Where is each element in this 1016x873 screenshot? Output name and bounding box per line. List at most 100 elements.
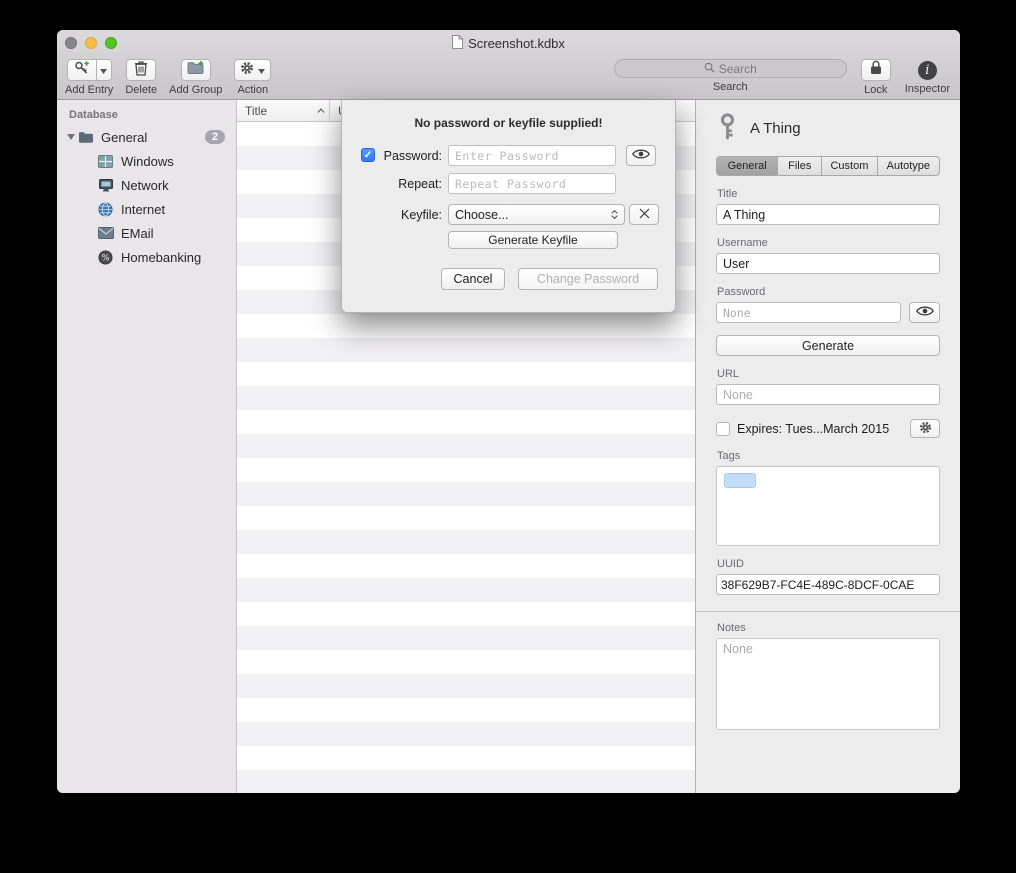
sidebar-item-network[interactable]: Network — [57, 173, 236, 197]
sidebar-item-label: Network — [121, 178, 169, 193]
action-label: Action — [238, 84, 269, 96]
sidebar-item-label: Homebanking — [121, 250, 201, 265]
padlock-icon — [870, 60, 882, 80]
expires-label: Expires: Tues...March 2015 — [737, 422, 889, 436]
window-chrome: Screenshot.kdbx Add E — [57, 30, 960, 100]
folder-icon — [77, 129, 94, 146]
add-entry-button[interactable] — [67, 59, 97, 81]
inspector-panel: A Thing General Files Custom Autotype Ti… — [695, 100, 960, 793]
action-group: Action — [234, 59, 271, 96]
zoom-button[interactable] — [105, 37, 117, 49]
titlebar[interactable]: Screenshot.kdbx — [57, 30, 960, 56]
inspector-header: A Thing — [719, 112, 940, 144]
inspector-tabs: General Files Custom Autotype — [716, 156, 940, 176]
group-count-badge: 2 — [205, 130, 225, 144]
sidebar-item-label: General — [101, 130, 147, 145]
notes-textarea[interactable]: None — [716, 638, 940, 730]
traffic-lights — [65, 37, 117, 49]
tag-token[interactable] — [724, 473, 756, 488]
action-button[interactable] — [234, 59, 271, 81]
repeat-field-label: Repeat: — [372, 177, 442, 191]
add-entry-group: Add Entry — [65, 59, 113, 96]
inspector-label: Inspector — [905, 83, 950, 95]
uuid-input[interactable] — [716, 574, 940, 595]
sidebar-item-label: Internet — [121, 202, 165, 217]
column-header-title[interactable]: Title — [237, 100, 330, 121]
keyfile-selected-value: Choose... — [455, 208, 509, 222]
desktop: Screenshot.kdbx Add E — [0, 0, 1016, 873]
magnifier-icon — [704, 62, 715, 76]
url-input[interactable] — [716, 384, 940, 405]
reveal-password-button[interactable] — [626, 145, 656, 166]
search-input[interactable]: Search — [614, 59, 847, 78]
close-button[interactable] — [65, 37, 77, 49]
generate-password-button[interactable]: Generate — [716, 335, 940, 356]
tags-label: Tags — [717, 450, 940, 462]
tab-autotype[interactable]: Autotype — [878, 157, 939, 175]
sidebar-item-general[interactable]: General 2 — [57, 125, 236, 149]
toolbar-right: Search Search Lock i Inspector — [614, 59, 950, 96]
key-plus-icon — [74, 60, 90, 81]
sidebar-item-internet[interactable]: Internet — [57, 197, 236, 221]
clear-keyfile-button[interactable] — [629, 204, 659, 225]
lock-button[interactable] — [861, 59, 891, 81]
add-entry-dropdown-button[interactable] — [97, 59, 112, 81]
password-dialog: No password or keyfile supplied! ✓ Passw… — [341, 100, 676, 313]
gear-icon — [240, 61, 254, 80]
tab-custom[interactable]: Custom — [822, 157, 878, 175]
tab-general[interactable]: General — [717, 157, 778, 175]
delete-label: Delete — [125, 84, 157, 96]
url-label: URL — [717, 368, 940, 380]
password-field-label: Password: — [372, 149, 442, 163]
lock-label: Lock — [864, 84, 887, 96]
sidebar-item-label: EMail — [121, 226, 154, 241]
tags-field[interactable] — [716, 466, 940, 546]
eye-icon — [916, 305, 934, 320]
sidebar: Database General 2 Windows Network — [57, 100, 237, 793]
sidebar-item-homebanking[interactable]: % Homebanking — [57, 245, 236, 269]
delete-group: Delete — [125, 59, 157, 96]
sort-ascending-icon — [317, 108, 325, 113]
sidebar-item-email[interactable]: EMail — [57, 221, 236, 245]
uuid-label: UUID — [717, 558, 940, 570]
document-icon — [452, 35, 463, 52]
keyfile-popup-button[interactable]: Choose... — [448, 204, 625, 225]
expires-checkbox[interactable] — [716, 422, 730, 436]
sidebar-section-header: Database — [57, 100, 236, 125]
windows-icon — [97, 153, 114, 170]
trash-icon — [134, 60, 148, 81]
tab-files[interactable]: Files — [778, 157, 822, 175]
username-label: Username — [717, 237, 940, 249]
generate-keyfile-button[interactable]: Generate Keyfile — [448, 231, 618, 249]
coin-icon: % — [97, 249, 114, 266]
expiry-settings-button[interactable] — [910, 419, 940, 438]
password-input[interactable] — [716, 302, 901, 323]
search-placeholder: Search — [719, 62, 757, 76]
sidebar-item-windows[interactable]: Windows — [57, 149, 236, 173]
change-password-button[interactable]: Change Password — [518, 268, 658, 290]
globe-icon — [97, 201, 114, 218]
app-window: Screenshot.kdbx Add E — [57, 30, 960, 793]
dialog-message: No password or keyfile supplied! — [342, 116, 675, 130]
add-group-group: Add Group — [169, 59, 222, 96]
delete-button[interactable] — [126, 59, 156, 81]
gear-icon — [919, 421, 932, 437]
reveal-password-button[interactable] — [909, 302, 940, 323]
eye-icon — [632, 148, 650, 163]
inspector-icon[interactable]: i — [918, 61, 937, 80]
minimize-button[interactable] — [85, 37, 97, 49]
entry-title: A Thing — [750, 120, 801, 137]
repeat-password-input[interactable] — [448, 173, 616, 194]
password-input[interactable] — [448, 145, 616, 166]
folder-plus-icon — [187, 60, 205, 80]
disclosure-triangle-icon[interactable] — [65, 134, 77, 140]
search-group: Search Search — [614, 59, 847, 93]
lock-group: Lock — [861, 59, 891, 96]
title-input[interactable] — [716, 204, 940, 225]
inspector-group: i Inspector — [905, 59, 950, 95]
username-input[interactable] — [716, 253, 940, 274]
cancel-button[interactable]: Cancel — [441, 268, 505, 290]
notes-label: Notes — [717, 622, 940, 634]
close-x-icon — [639, 208, 650, 222]
add-group-button[interactable] — [181, 59, 211, 81]
